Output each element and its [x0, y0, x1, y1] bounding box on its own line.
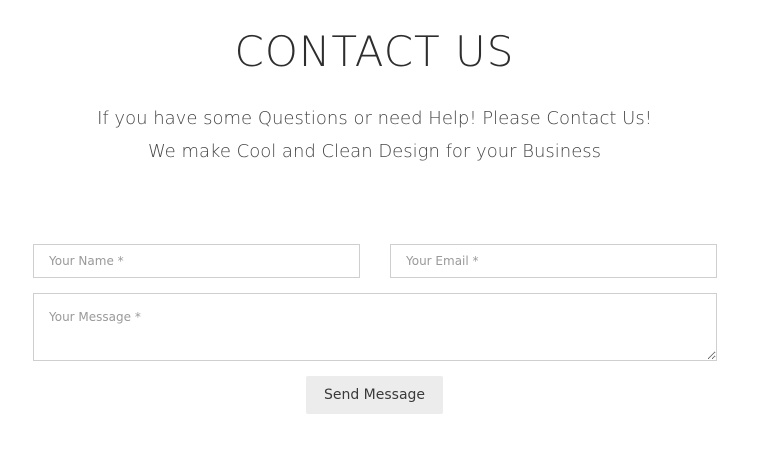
- email-field[interactable]: [390, 244, 717, 278]
- subtitle-line-2: We make Cool and Clean Design for your B…: [147, 141, 602, 162]
- subtitle-line-1: If you have some Questions or need Help!…: [97, 108, 652, 129]
- page-title: CONTACT US: [234, 27, 515, 76]
- name-field[interactable]: [33, 244, 360, 278]
- send-message-button[interactable]: Send Message: [306, 376, 443, 414]
- contact-page: CONTACT US If you have some Questions or…: [0, 0, 761, 450]
- message-field[interactable]: [33, 293, 717, 361]
